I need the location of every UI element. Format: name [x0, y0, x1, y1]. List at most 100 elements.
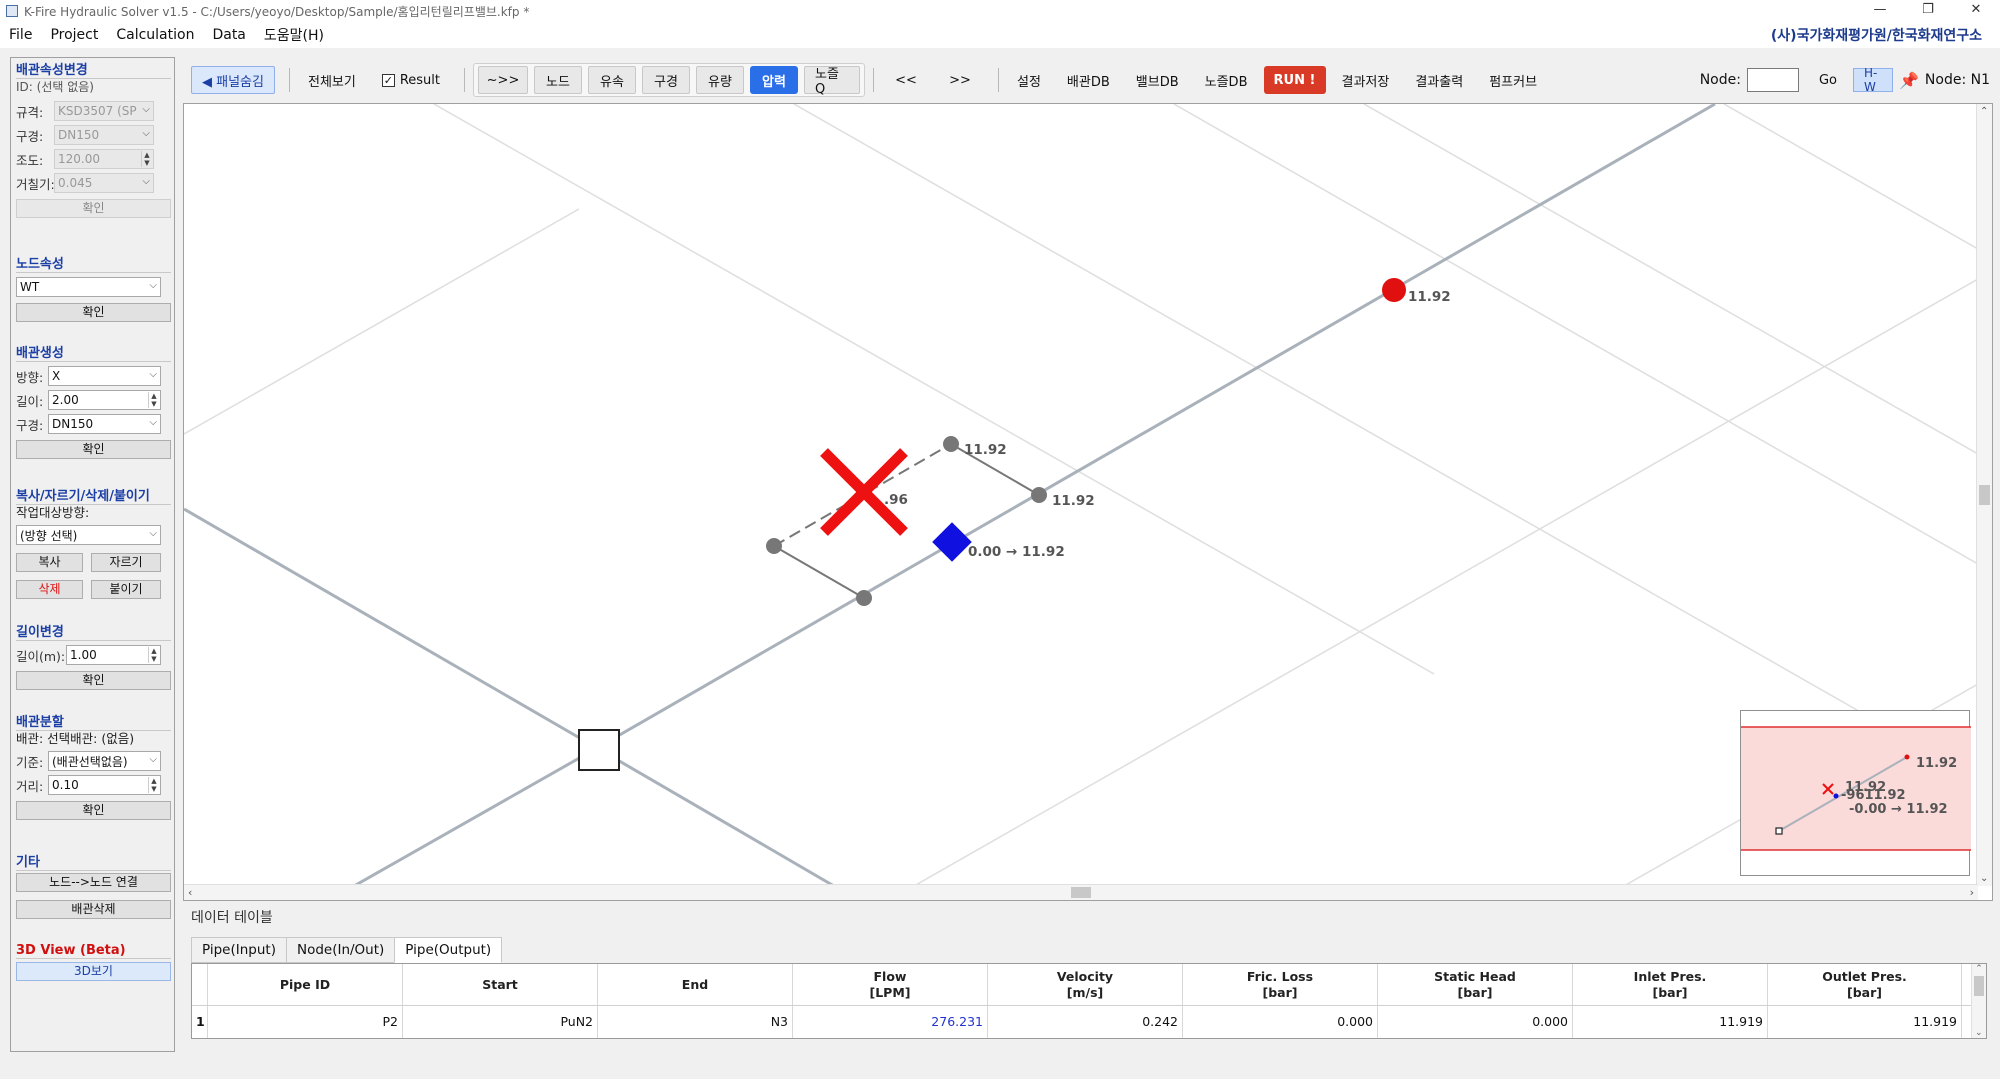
minimap-drawing[interactable]: 11.92 11.92 -9611.92 -0.00 → 11.92 — [1741, 711, 1971, 877]
cell-end[interactable]: N3 — [598, 1006, 793, 1038]
column-header[interactable]: Inlet Pres. [bar] — [1573, 964, 1768, 1005]
scroll-down-icon[interactable]: ⌄ — [1975, 1028, 1983, 1038]
node[interactable] — [856, 590, 872, 606]
delete-button[interactable]: 삭제 — [16, 580, 83, 599]
table-scroll-thumb[interactable] — [1974, 976, 1984, 996]
length-change-confirm-button[interactable]: 확인 — [16, 671, 171, 690]
pipe-attr-confirm-button[interactable]: 확인 — [16, 199, 171, 218]
view-flow-button[interactable]: 유량 — [696, 66, 744, 94]
pipe-create-confirm-button[interactable]: 확인 — [16, 440, 171, 459]
tab-pipe-output[interactable]: Pipe(Output) — [394, 937, 503, 963]
spinner-icon[interactable]: ▲ ▼ — [148, 647, 159, 663]
view-nozzle-q-button[interactable]: 노즐Q — [804, 66, 860, 97]
pump-curve-button[interactable]: 펌프커브 — [1479, 66, 1547, 94]
target-direction-select[interactable]: (방향 선택) ⌵ — [16, 525, 161, 545]
nozzle-db-button[interactable]: 노즐DB — [1195, 66, 1258, 94]
column-header[interactable]: Start — [403, 964, 598, 1005]
node-attr-confirm-button[interactable]: 확인 — [16, 303, 171, 322]
delete-pipe-button[interactable]: 배관삭제 — [16, 900, 171, 919]
paste-button[interactable]: 붙이기 — [91, 580, 161, 599]
scroll-down-icon[interactable]: ⌄ — [1980, 873, 1988, 884]
menu-data[interactable]: Data — [203, 27, 254, 43]
node-search-input[interactable] — [1746, 68, 1799, 92]
panel-hide-button[interactable]: ◀ 패널숨김 — [191, 66, 275, 94]
node-connect-button[interactable]: 노드-->노드 연결 — [16, 873, 171, 892]
view-diameter-button[interactable]: 구경 — [642, 66, 690, 94]
settings-button[interactable]: 설정 — [1007, 66, 1051, 94]
view-velocity-button[interactable]: 유속 — [588, 66, 636, 94]
column-header[interactable]: Static Head [bar] — [1378, 964, 1573, 1005]
red-node[interactable] — [1382, 278, 1406, 302]
base-select[interactable]: (배관선택없음) ⌵ — [48, 751, 161, 771]
cell-inlet-pres[interactable]: 11.919 — [1573, 1006, 1768, 1038]
network-drawing[interactable]: 11.92 11.92 11.92 .96 0.00 → 11.92 — [184, 104, 1978, 886]
roughness-select[interactable]: 0.045 ⌵ — [54, 173, 154, 193]
direction-select[interactable]: X ⌵ — [48, 366, 161, 386]
cell-pipe-id[interactable]: P2 — [208, 1006, 403, 1038]
spinner-icon[interactable]: ▲ ▼ — [148, 392, 159, 408]
cell-start[interactable]: PuN2 — [403, 1006, 598, 1038]
minimize-button[interactable]: — — [1856, 0, 1904, 22]
node[interactable] — [766, 538, 782, 554]
scroll-right-icon[interactable]: › — [1970, 886, 1974, 899]
horizontal-scroll-thumb[interactable] — [1071, 887, 1091, 898]
pump-node[interactable] — [578, 729, 620, 771]
table-row[interactable]: 1 P2 PuN2 N3 276.231 0.242 0.000 0.000 1… — [192, 1006, 1972, 1038]
length-input[interactable]: 2.00 ▲ ▼ — [48, 390, 161, 410]
node-type-select[interactable]: WT ⌵ — [16, 277, 161, 297]
minimap[interactable]: 11.92 11.92 -9611.92 -0.00 → 11.92 — [1740, 710, 1971, 877]
node[interactable] — [943, 436, 959, 452]
menu-project[interactable]: Project — [41, 27, 107, 43]
table-vertical-scrollbar[interactable]: ⌃ ⌄ — [1971, 964, 1986, 1038]
cell-fric-loss[interactable]: 0.000 — [1183, 1006, 1378, 1038]
spinner-icon[interactable]: ▲ ▼ — [141, 151, 152, 167]
node[interactable] — [1031, 487, 1047, 503]
save-result-button[interactable]: 결과저장 — [1332, 66, 1400, 94]
scroll-up-icon[interactable]: ⌃ — [1980, 106, 1988, 117]
vertical-scrollbar[interactable]: ⌃ ⌄ — [1976, 104, 1992, 886]
create-diameter-select[interactable]: DN150 ⌵ — [48, 414, 161, 434]
tab-node-in-out[interactable]: Node(In/Out) — [285, 937, 396, 963]
diameter-select[interactable]: DN150 ⌵ — [54, 125, 154, 145]
spec-select[interactable]: KSD3507 (SP ⌵ — [54, 101, 154, 121]
column-header[interactable]: End — [598, 964, 793, 1005]
view-flow-dir-button[interactable]: ~>> — [478, 66, 528, 94]
c-factor-input[interactable]: 120.00 ▲ ▼ — [54, 149, 154, 169]
column-header[interactable]: Flow [LPM] — [793, 964, 988, 1005]
valve-db-button[interactable]: 밸브DB — [1126, 66, 1189, 94]
column-header[interactable]: Outlet Pres. [bar] — [1768, 964, 1962, 1005]
column-header[interactable]: Pipe ID — [208, 964, 403, 1005]
scroll-left-icon[interactable]: ‹ — [188, 886, 192, 899]
view-node-button[interactable]: 노드 — [534, 66, 582, 94]
cell-flow[interactable]: 276.231 — [793, 1006, 988, 1038]
spinner-icon[interactable]: ▲ ▼ — [148, 777, 159, 793]
tab-pipe-input[interactable]: Pipe(Input) — [191, 937, 287, 963]
length-m-input[interactable]: 1.00 ▲ ▼ — [66, 645, 161, 665]
drawing-canvas[interactable]: 11.92 11.92 11.92 .96 0.00 → 11.92 11.92… — [183, 103, 1993, 901]
full-view-button[interactable]: 전체보기 — [298, 66, 366, 94]
relief-valve[interactable] — [932, 522, 972, 562]
next-button[interactable]: >> — [936, 66, 984, 94]
column-header[interactable]: Velocity [m/s] — [988, 964, 1183, 1005]
pipe-split-confirm-button[interactable]: 확인 — [16, 801, 171, 820]
pipe-db-button[interactable]: 배관DB — [1057, 66, 1120, 94]
close-button[interactable]: ✕ — [1952, 0, 2000, 22]
cut-button[interactable]: 자르기 — [91, 553, 161, 572]
vertical-scroll-thumb[interactable] — [1979, 485, 1990, 505]
cell-static-head[interactable]: 0.000 — [1378, 1006, 1573, 1038]
cell-outlet-pres[interactable]: 11.919 — [1768, 1006, 1962, 1038]
column-header[interactable]: Fric. Loss [bar] — [1183, 964, 1378, 1005]
print-result-button[interactable]: 결과출력 — [1405, 66, 1473, 94]
go-button[interactable]: Go — [1809, 66, 1847, 94]
result-checkbox[interactable]: ✓ Result — [372, 66, 450, 94]
menu-help[interactable]: 도움말(H) — [255, 25, 333, 45]
menu-calculation[interactable]: Calculation — [107, 27, 203, 43]
run-button[interactable]: RUN ! — [1263, 66, 1326, 94]
horizontal-scrollbar[interactable]: ‹ › — [184, 884, 1978, 900]
view3d-button[interactable]: 3D보기 — [16, 962, 171, 981]
distance-input[interactable]: 0.10 ▲ ▼ — [48, 775, 161, 795]
view-pressure-button[interactable]: 압력 — [750, 66, 798, 94]
restore-button[interactable]: ❐ — [1904, 0, 1952, 22]
menu-file[interactable]: File — [0, 27, 41, 43]
hw-button[interactable]: H-W — [1852, 66, 1893, 94]
